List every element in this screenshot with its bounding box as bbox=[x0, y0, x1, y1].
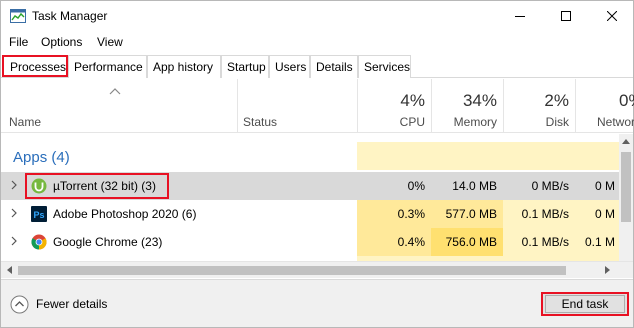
menu-file[interactable]: File bbox=[9, 35, 28, 49]
sort-up-icon bbox=[109, 88, 121, 95]
close-button[interactable] bbox=[589, 1, 634, 31]
scroll-left-icon bbox=[7, 266, 12, 274]
column-status[interactable]: Status bbox=[243, 115, 277, 129]
tab-services[interactable]: Services bbox=[358, 55, 411, 78]
scroll-up-icon bbox=[622, 139, 630, 144]
column-disk[interactable]: Disk bbox=[521, 115, 569, 129]
end-task-button[interactable]: End task bbox=[541, 292, 629, 316]
horizontal-scrollbar[interactable] bbox=[1, 261, 633, 278]
process-network: 0.1 M bbox=[584, 235, 615, 249]
process-memory: 756.0 MB bbox=[445, 235, 497, 249]
group-row-apps[interactable]: Apps (4) bbox=[1, 142, 619, 170]
group-label: Apps (4) bbox=[13, 149, 70, 166]
minimize-button[interactable] bbox=[497, 1, 543, 31]
photoshop-icon: Ps bbox=[31, 206, 47, 222]
end-task-label: End task bbox=[561, 297, 609, 311]
menu-bar: File Options View bbox=[1, 32, 633, 52]
process-highlight-box bbox=[25, 173, 169, 199]
cpu-total-percent: 4% bbox=[400, 91, 425, 110]
memory-total-percent: 34% bbox=[462, 91, 497, 110]
scroll-right-icon bbox=[605, 266, 610, 274]
process-row-photoshop[interactable]: Ps Adobe Photoshop 2020 (6) 0.3% 577.0 M… bbox=[1, 200, 619, 228]
column-header: Name Status 4% CPU 34% Memory 2% Disk 0%… bbox=[1, 79, 634, 133]
process-memory: 14.0 MB bbox=[452, 179, 497, 193]
process-cpu: 0.3% bbox=[397, 207, 425, 221]
tab-processes[interactable]: Processes bbox=[2, 55, 68, 77]
process-row-chrome[interactable]: Google Chrome (23) 0.4% 756.0 MB 0.1 MB/… bbox=[1, 228, 619, 256]
process-memory: 577.0 MB bbox=[445, 207, 497, 221]
column-network[interactable]: Network bbox=[597, 115, 634, 129]
vertical-scrollbar[interactable] bbox=[619, 134, 633, 261]
process-list: Apps (4) µTorrent (32 bit) (3) 0% 14.0 M… bbox=[1, 134, 619, 261]
tab-details[interactable]: Details bbox=[310, 55, 358, 78]
title-bar[interactable]: Task Manager bbox=[1, 1, 633, 31]
column-name[interactable]: Name bbox=[9, 115, 41, 129]
disk-total-percent: 2% bbox=[544, 91, 569, 110]
footer-bar: Fewer details End task bbox=[1, 279, 633, 327]
menu-view[interactable]: View bbox=[97, 35, 123, 49]
task-manager-app-icon bbox=[10, 9, 26, 23]
process-cpu: 0.4% bbox=[397, 235, 425, 249]
window-title: Task Manager bbox=[32, 9, 108, 23]
process-network: 0 M bbox=[594, 179, 615, 193]
chevron-right-icon[interactable] bbox=[10, 208, 18, 218]
collapse-chevron-icon[interactable] bbox=[10, 295, 29, 314]
close-icon bbox=[607, 11, 617, 21]
tab-startup[interactable]: Startup bbox=[221, 55, 269, 78]
column-memory[interactable]: Memory bbox=[431, 115, 497, 129]
network-total-percent: 0% bbox=[619, 91, 634, 110]
scroll-left-button[interactable] bbox=[2, 263, 16, 277]
process-row-utorrent[interactable]: µTorrent (32 bit) (3) 0% 14.0 MB 0 MB/s … bbox=[1, 172, 619, 200]
minimize-icon bbox=[515, 16, 525, 17]
tab-app-history[interactable]: App history bbox=[147, 55, 221, 78]
chrome-icon bbox=[31, 234, 47, 250]
menu-options[interactable]: Options bbox=[41, 35, 82, 49]
chevron-right-icon[interactable] bbox=[10, 180, 18, 190]
tab-performance[interactable]: Performance bbox=[68, 55, 147, 78]
scroll-up-button[interactable] bbox=[619, 134, 633, 148]
tab-users[interactable]: Users bbox=[269, 55, 310, 78]
task-manager-window: Task Manager File Options View Processes… bbox=[0, 0, 634, 328]
process-disk: 0 MB/s bbox=[531, 179, 569, 193]
process-name: Google Chrome (23) bbox=[53, 235, 163, 249]
vertical-scroll-thumb[interactable] bbox=[621, 152, 631, 222]
process-cpu: 0% bbox=[407, 179, 425, 193]
column-cpu[interactable]: CPU bbox=[379, 115, 425, 129]
process-network: 0 M bbox=[594, 207, 615, 221]
maximize-icon bbox=[561, 11, 571, 21]
process-name: Adobe Photoshop 2020 (6) bbox=[53, 207, 197, 221]
horizontal-scroll-thumb[interactable] bbox=[18, 266, 566, 275]
maximize-button[interactable] bbox=[543, 1, 589, 31]
process-disk: 0.1 MB/s bbox=[521, 207, 569, 221]
process-disk: 0.1 MB/s bbox=[521, 235, 569, 249]
chevron-right-icon[interactable] bbox=[10, 236, 18, 246]
tab-strip: Processes Performance App history Startu… bbox=[1, 55, 633, 78]
svg-text:Ps: Ps bbox=[34, 210, 45, 220]
scroll-right-button[interactable] bbox=[601, 263, 615, 277]
fewer-details-link[interactable]: Fewer details bbox=[36, 297, 107, 311]
